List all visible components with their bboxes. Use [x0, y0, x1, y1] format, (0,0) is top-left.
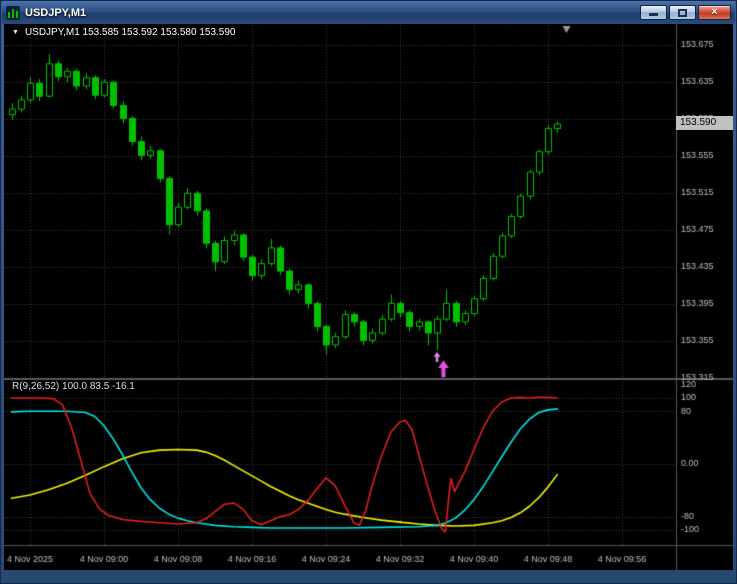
minimize-button[interactable] [640, 5, 667, 20]
maximize-button[interactable] [669, 5, 696, 20]
indicator-label: R(9,26,52) 100.0 83.5 -16.1 [12, 381, 135, 392]
minimize-icon [649, 13, 658, 16]
quote-ohlc-text: USDJPY,M1 153.585 153.592 153.580 153.59… [24, 27, 236, 38]
chart-client-area: ▼ USDJPY,M1 153.585 153.592 153.580 153.… [4, 24, 733, 570]
application-window: USDJPY,M1 × ▼ USDJPY,M1 153.585 153.592 … [0, 0, 737, 584]
close-icon: × [711, 6, 718, 18]
close-button[interactable]: × [698, 5, 731, 20]
price-chart-canvas[interactable] [4, 24, 733, 570]
oneclick-trading-toggle-icon[interactable]: ▼ [12, 29, 19, 36]
window-title: USDJPY,M1 [25, 6, 87, 19]
window-controls: × [640, 5, 731, 20]
window-titlebar[interactable]: USDJPY,M1 × [2, 1, 735, 24]
current-price-tag: 153.590 [676, 116, 733, 130]
maximize-icon [678, 8, 687, 17]
window-icon [6, 5, 20, 20]
quote-line: ▼ USDJPY,M1 153.585 153.592 153.580 153.… [12, 27, 235, 38]
